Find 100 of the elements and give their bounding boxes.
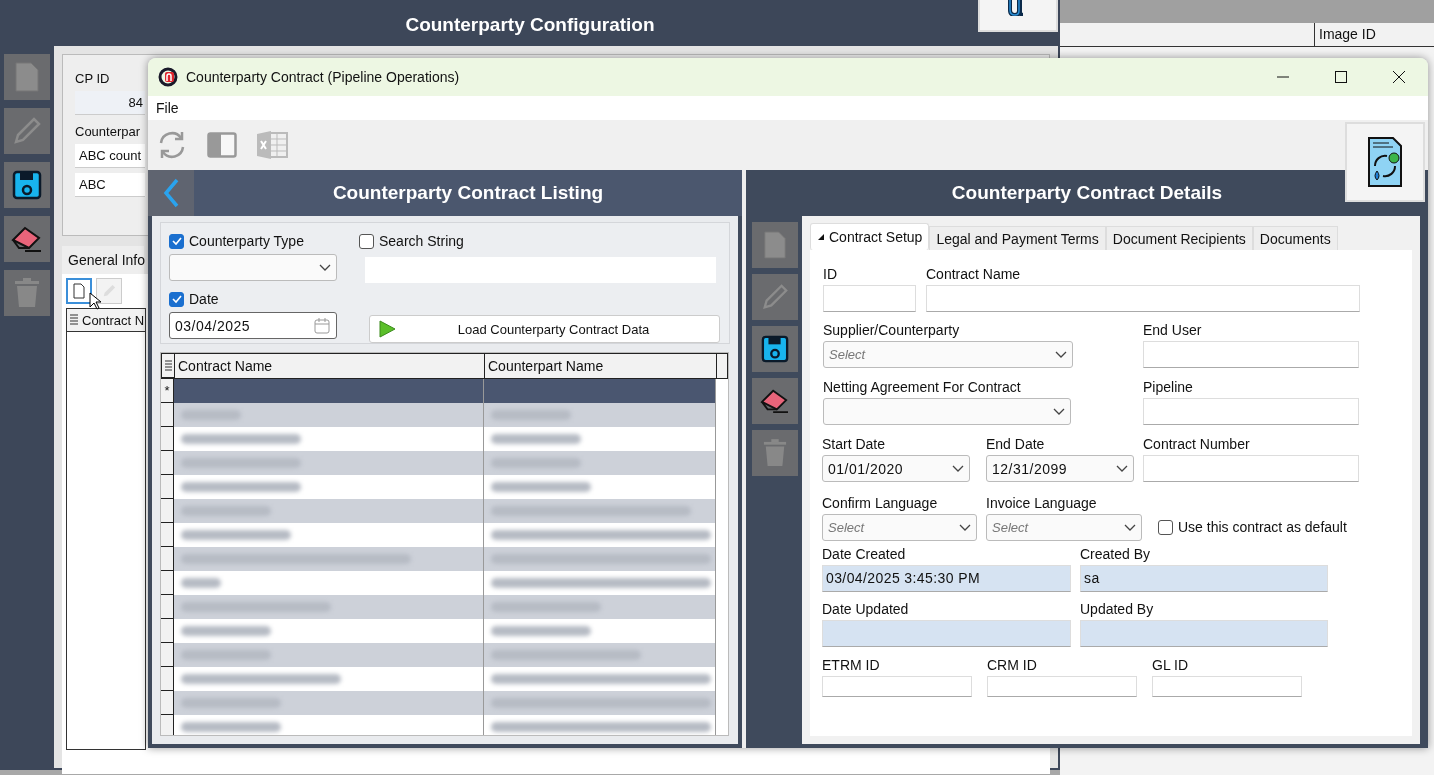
- doc-button[interactable]: [752, 222, 798, 268]
- caret-icon: [1124, 523, 1136, 532]
- tab[interactable]: Documents: [1252, 226, 1338, 250]
- row-header[interactable]: [161, 571, 174, 595]
- back-button[interactable]: [148, 170, 194, 216]
- table-cell[interactable]: [484, 691, 716, 715]
- field-label: Counterpar: [75, 124, 141, 139]
- tab[interactable]: Contract Setup: [810, 223, 930, 250]
- table-cell[interactable]: [174, 403, 484, 427]
- dropdown[interactable]: Select: [823, 341, 1073, 368]
- dropdown[interactable]: Select: [822, 514, 977, 541]
- table-cell[interactable]: [174, 451, 484, 475]
- new-button[interactable]: [66, 278, 92, 304]
- table-cell[interactable]: [174, 691, 484, 715]
- checkbox[interactable]: [359, 233, 374, 249]
- row-header[interactable]: [161, 427, 174, 451]
- text-field[interactable]: [1143, 341, 1359, 368]
- tab[interactable]: Legal and Payment Terms: [929, 226, 1106, 250]
- field-label: ID: [823, 266, 838, 282]
- calendar-icon: [313, 316, 331, 335]
- table-cell[interactable]: [484, 547, 716, 571]
- eraser-button[interactable]: [752, 378, 798, 424]
- row-header[interactable]: [161, 499, 174, 523]
- text-field[interactable]: [926, 285, 1360, 312]
- tab[interactable]: Document Recipients: [1105, 226, 1253, 250]
- doc-button[interactable]: [4, 54, 50, 100]
- text-field[interactable]: ABC: [75, 173, 145, 197]
- table-cell[interactable]: [484, 499, 716, 523]
- field-label: CRM ID: [987, 657, 1038, 673]
- field-label: Created By: [1080, 546, 1152, 562]
- checkbox[interactable]: [169, 291, 184, 307]
- table-cell[interactable]: [484, 379, 716, 403]
- load-button[interactable]: Load Counterparty Contract Data: [369, 315, 720, 343]
- row-header[interactable]: [161, 403, 174, 427]
- table-cell[interactable]: [484, 595, 716, 619]
- text-field[interactable]: [822, 620, 1071, 647]
- checkbox-label: Use this contract as default: [1178, 519, 1347, 535]
- row-header[interactable]: [161, 547, 174, 571]
- row-header[interactable]: [161, 451, 174, 475]
- tab[interactable]: General Info: [62, 246, 144, 274]
- row-header[interactable]: [161, 619, 174, 643]
- text-field[interactable]: [1143, 455, 1359, 482]
- column-header: Image ID: [1318, 25, 1376, 44]
- dropdown[interactable]: [169, 254, 337, 281]
- checkbox[interactable]: [1158, 519, 1173, 535]
- trash-button[interactable]: [752, 430, 798, 476]
- field-label: Supplier/Counterparty: [823, 322, 961, 338]
- checkbox[interactable]: [169, 233, 184, 249]
- pencil-icon: [761, 283, 789, 311]
- row-header[interactable]: [161, 691, 174, 715]
- dropdown[interactable]: 01/01/2020: [822, 455, 970, 482]
- eraser-button[interactable]: [4, 216, 50, 262]
- column-header[interactable]: Counterpart Name: [485, 354, 717, 378]
- table-cell[interactable]: [174, 643, 484, 667]
- text-field[interactable]: ABC count: [75, 144, 145, 168]
- text-field[interactable]: [987, 676, 1137, 697]
- save-button[interactable]: [4, 162, 50, 208]
- table-cell[interactable]: [174, 595, 484, 619]
- date-picker[interactable]: 03/04/2025: [169, 312, 337, 339]
- text-field[interactable]: sa: [1080, 565, 1328, 592]
- field-label: Start Date: [822, 436, 887, 452]
- cp-id-field[interactable]: 84: [75, 91, 145, 115]
- row-header[interactable]: [161, 715, 174, 735]
- edit-button[interactable]: [96, 278, 122, 304]
- field-label: End Date: [986, 436, 1046, 452]
- text-field[interactable]: [822, 676, 972, 697]
- text-field[interactable]: 03/04/2025 3:45:30 PM: [822, 565, 1071, 592]
- column-header[interactable]: Contract Name: [175, 354, 485, 378]
- caret-icon: [959, 523, 971, 532]
- caret-icon: [319, 263, 331, 272]
- field-label: ETRM ID: [822, 657, 881, 673]
- row-header[interactable]: [161, 643, 174, 667]
- pencil-button[interactable]: [4, 108, 50, 154]
- table-cell[interactable]: [484, 451, 716, 475]
- caret-icon: [1053, 407, 1065, 416]
- text-field[interactable]: [1152, 676, 1302, 697]
- list-icon: [163, 359, 173, 372]
- row-header[interactable]: [161, 523, 174, 547]
- text-field[interactable]: [823, 285, 916, 312]
- row-header[interactable]: [161, 595, 174, 619]
- row-header[interactable]: [161, 475, 174, 499]
- field-label: Date Updated: [822, 601, 910, 617]
- field-label: CP ID: [75, 71, 110, 86]
- dropdown[interactable]: 12/31/2099: [986, 455, 1134, 482]
- table-cell[interactable]: [174, 547, 484, 571]
- pencil-button[interactable]: [752, 274, 798, 320]
- table-cell[interactable]: [174, 499, 484, 523]
- table-cell[interactable]: [484, 643, 716, 667]
- dropdown[interactable]: [823, 398, 1071, 425]
- field-label: Pipeline: [1143, 379, 1194, 395]
- dropdown[interactable]: Select: [986, 514, 1142, 541]
- text-field[interactable]: [1143, 398, 1359, 425]
- save-button[interactable]: [752, 326, 798, 372]
- text-field[interactable]: [1080, 620, 1328, 647]
- table-cell[interactable]: [484, 403, 716, 427]
- trash-icon: [763, 439, 787, 467]
- table-cell[interactable]: [174, 379, 484, 403]
- menu-item[interactable]: File: [156, 100, 179, 116]
- trash-button[interactable]: [4, 270, 50, 316]
- row-header[interactable]: [161, 667, 174, 691]
